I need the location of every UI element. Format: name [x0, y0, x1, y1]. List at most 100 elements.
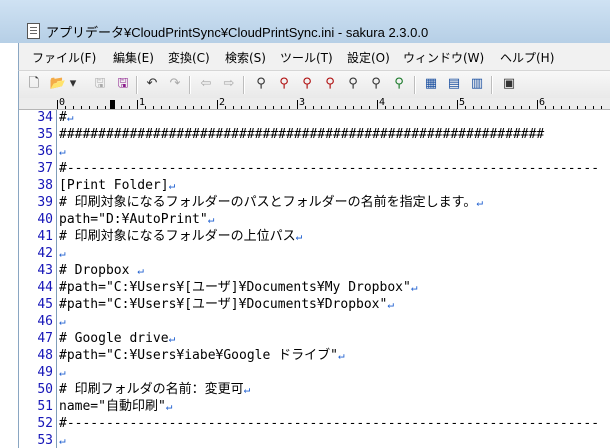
ruler-tick: [409, 106, 410, 109]
code-line: ↵: [59, 432, 66, 448]
dropdown-arrow-icon[interactable]: ▾: [67, 75, 79, 93]
open-folder-icon[interactable]: 📂: [49, 75, 67, 93]
line-number: 36: [37, 144, 53, 159]
line-end-icon: ↵: [207, 213, 215, 226]
ruler-tick: [161, 106, 162, 109]
toolbar-separator: [189, 76, 191, 94]
code-line: name="自動印刷"↵: [59, 398, 172, 415]
ruler-tick: [425, 106, 426, 109]
editor-area[interactable]: 0 1 2 3 4 5 6 34 35 36 37 38 39 40 41 42 43 44 45 46…: [18, 98, 610, 448]
line-number: 51: [37, 399, 53, 414]
replace-icon[interactable]: ⚲: [321, 75, 339, 93]
line-number: 40: [37, 212, 53, 227]
search-up-icon[interactable]: ⚲: [298, 75, 316, 93]
ruler-tick: [449, 106, 450, 109]
ruler-tick: [465, 106, 466, 109]
ruler-tick: [305, 106, 306, 109]
line-number: 50: [37, 382, 53, 397]
ruler-tick: [89, 106, 90, 109]
ruler-tick: [433, 106, 434, 109]
outline-icon[interactable]: ▤: [445, 75, 463, 93]
code-line-text: path="D:¥AutoPrint": [59, 212, 208, 227]
ruler-tick: [473, 106, 474, 109]
menu-settings[interactable]: 設定(O): [347, 49, 390, 66]
ruler-tick: [329, 106, 330, 109]
code-line: #path="C:¥Users¥iabe¥Google ドライブ"↵: [59, 347, 345, 364]
search-down-icon[interactable]: ⚲: [275, 75, 293, 93]
ruler-tick: [321, 106, 322, 109]
ruler-tick: [577, 106, 578, 109]
ruler-tick: [257, 106, 258, 109]
menu-window[interactable]: ウィンドウ(W): [403, 49, 484, 66]
redo-icon[interactable]: ↷: [166, 75, 184, 93]
line-end-icon: ↵: [476, 196, 483, 209]
menu-search[interactable]: 検索(S): [225, 49, 266, 66]
line-number: 45: [37, 297, 53, 312]
ruler-tick: [225, 106, 226, 109]
code-line-text: # 印刷対象になるフォルダーの上位パス: [59, 229, 296, 244]
code-line-text: [Print Folder]: [59, 178, 169, 193]
undo-icon[interactable]: ↶: [143, 75, 161, 93]
ruler-tick: [241, 106, 242, 109]
tag-jump-icon[interactable]: ⚲: [390, 75, 408, 93]
grep-icon[interactable]: ⚲: [367, 75, 385, 93]
ruler-tick: [561, 106, 562, 109]
new-file-icon[interactable]: 🗋: [25, 75, 43, 93]
ruler-tick: [385, 106, 386, 109]
ruler-tick: [129, 106, 130, 109]
code-line: # 印刷フォルダの名前：変更可↵: [59, 381, 250, 398]
ruler-tick: [265, 106, 266, 109]
back-icon[interactable]: ⇦: [197, 75, 215, 93]
forward-icon[interactable]: ⇨: [220, 75, 238, 93]
clear-mark-icon[interactable]: ⚲: [344, 75, 362, 93]
ruler[interactable]: 0 1 2 3 4 5 6: [19, 98, 610, 110]
line-end-icon: ↵: [337, 349, 345, 362]
compare-icon[interactable]: ▦: [422, 75, 440, 93]
code-line-text: # Dropbox: [59, 263, 138, 278]
title-bar[interactable]: アプリデータ¥CloudPrintSync¥CloudPrintSync.ini…: [0, 0, 610, 43]
ruler-tick: [401, 106, 402, 109]
line-number: 49: [37, 365, 53, 380]
split-icon[interactable]: ▥: [468, 75, 486, 93]
toolbar-separator: [491, 76, 493, 94]
line-number: 48: [37, 348, 53, 363]
code-line-text: #path="C:¥Users¥[ユーザ]¥Documents¥My Dropb…: [59, 280, 411, 295]
code-line-text: #: [59, 110, 67, 125]
menu-tools[interactable]: ツール(T): [280, 49, 333, 66]
ruler-tick: [313, 106, 314, 109]
line-number-gutter[interactable]: 34 35 36 37 38 39 40 41 42 43 44 45 46 47 48 49 50 51 52 53: [19, 110, 57, 448]
line-end-icon: ↵: [243, 383, 251, 396]
code-line: #path="C:¥Users¥[ユーザ]¥Documents¥Dropbox"…: [59, 296, 394, 313]
ruler-tick: [345, 106, 346, 109]
code-line: #---------------------------------------…: [59, 415, 599, 432]
ruler-tick: [441, 106, 442, 109]
code-line-text: #path="C:¥Users¥[ユーザ]¥Documents¥Dropbox": [59, 297, 388, 312]
line-number: 39: [37, 195, 53, 210]
line-end-icon: ↵: [66, 111, 74, 124]
save-as-icon[interactable]: 🖫: [114, 75, 132, 93]
ruler-tick: [281, 106, 282, 109]
menu-file[interactable]: ファイル(F): [32, 49, 96, 66]
ruler-tick: [81, 106, 82, 109]
settings-icon[interactable]: ▣: [500, 75, 518, 93]
ruler-tick: [201, 106, 202, 109]
search-icon[interactable]: ⚲: [252, 75, 270, 93]
code-line-text: # Google drive: [59, 331, 169, 346]
ruler-tick: [537, 100, 538, 109]
ruler-tick: [169, 106, 170, 109]
ruler-tick: [393, 106, 394, 109]
code-line-text: # 印刷対象になるフォルダーのパスとフォルダーの名前を指定します。: [59, 195, 477, 210]
line-number: 38: [37, 178, 53, 193]
ruler-tick: [297, 100, 298, 109]
code-line: path="D:¥AutoPrint"↵: [59, 211, 214, 228]
window-title: アプリデータ¥CloudPrintSync¥CloudPrintSync.ini…: [46, 25, 429, 40]
menu-help[interactable]: ヘルプ(H): [500, 49, 554, 66]
ruler-cursor-marker: [110, 100, 115, 109]
ruler-tick: [377, 100, 378, 109]
ruler-tick: [289, 106, 290, 109]
menu-convert[interactable]: 変換(C): [168, 49, 210, 66]
code-line: ↵: [59, 364, 66, 381]
code-line-text: # 印刷フォルダの名前：変更可: [59, 382, 244, 397]
menu-edit[interactable]: 編集(E): [113, 49, 154, 66]
save-icon[interactable]: 🖫: [91, 75, 109, 93]
